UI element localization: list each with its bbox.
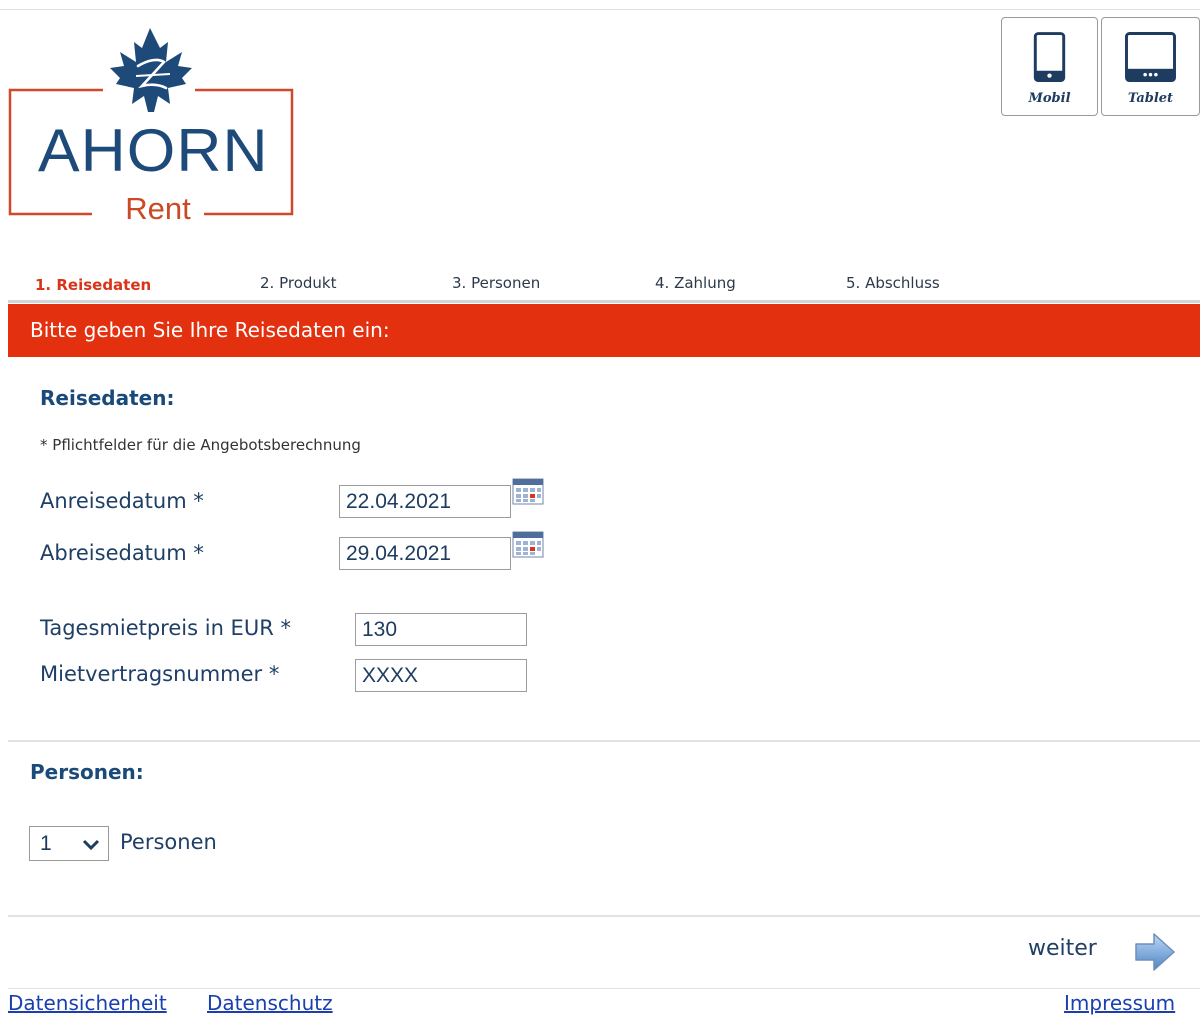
steps-divider <box>8 300 1200 303</box>
datensicherheit-link[interactable]: Datensicherheit <box>8 991 167 1015</box>
tablet-view-button[interactable]: Tablet <box>1101 17 1200 116</box>
mietvertragsnummer-input[interactable] <box>355 659 527 692</box>
persons-count-select[interactable]: 1 <box>29 826 109 861</box>
calendar-icon[interactable] <box>512 530 544 558</box>
anreisedatum-input[interactable] <box>339 485 511 518</box>
section-divider <box>8 915 1200 917</box>
page: AHORN Rent Mobil Tablet 1. Reisedaten 2.… <box>0 0 1200 1016</box>
step-navigation: 1. Reisedaten 2. Produkt 3. Personen 4. … <box>0 268 1200 300</box>
persons-label: Personen <box>120 830 217 854</box>
footer-divider <box>8 988 1200 989</box>
mobil-label: Mobil <box>1028 91 1071 106</box>
tagesmietpreis-label: Tagesmietpreis in EUR * <box>40 616 291 640</box>
reisedaten-heading: Reisedaten: <box>40 386 175 410</box>
logo-wordmark: AHORN <box>38 117 269 184</box>
step-abschluss[interactable]: 5. Abschluss <box>846 274 940 292</box>
smartphone-icon <box>1033 32 1066 83</box>
arrow-right-icon[interactable] <box>1132 930 1178 974</box>
datenschutz-link[interactable]: Datenschutz <box>207 991 333 1015</box>
step-produkt[interactable]: 2. Produkt <box>260 274 336 292</box>
abreisedatum-input[interactable] <box>339 537 511 570</box>
logo-subtitle: Rent <box>125 191 191 226</box>
step-reisedaten[interactable]: 1. Reisedaten <box>35 276 151 294</box>
step-personen[interactable]: 3. Personen <box>452 274 540 292</box>
maple-leaf-icon <box>110 28 192 112</box>
ahorn-rent-logo: AHORN Rent <box>8 22 298 226</box>
chevron-down-icon <box>82 839 100 851</box>
impressum-link[interactable]: Impressum <box>1064 991 1175 1015</box>
anreisedatum-label: Anreisedatum * <box>40 489 204 513</box>
banner-text: Bitte geben Sie Ihre Reisedaten ein: <box>30 318 390 342</box>
required-fields-note: * Pflichtfelder für die Angebotsberechnu… <box>40 436 361 454</box>
tablet-label: Tablet <box>1127 91 1174 106</box>
instruction-banner: Bitte geben Sie Ihre Reisedaten ein: <box>8 304 1200 357</box>
weiter-link[interactable]: weiter <box>1028 936 1097 961</box>
calendar-icon[interactable] <box>512 477 544 505</box>
top-divider <box>0 9 1200 10</box>
mobil-view-button[interactable]: Mobil <box>1001 17 1098 116</box>
abreisedatum-label: Abreisedatum * <box>40 541 204 565</box>
tablet-icon <box>1125 32 1176 83</box>
tagesmietpreis-input[interactable] <box>355 613 527 646</box>
personen-heading: Personen: <box>30 760 144 784</box>
section-divider <box>8 740 1200 742</box>
step-zahlung[interactable]: 4. Zahlung <box>655 274 736 292</box>
persons-count-value: 1 <box>40 832 52 855</box>
mietvertragsnummer-label: Mietvertragsnummer * <box>40 662 280 686</box>
